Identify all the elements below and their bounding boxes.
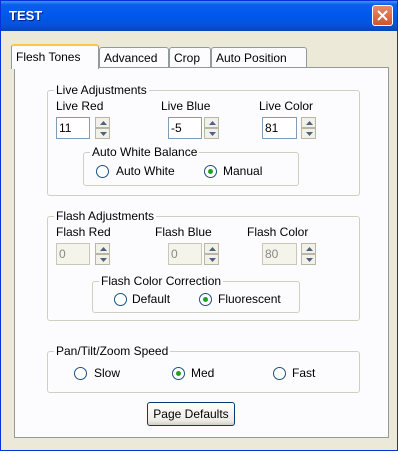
arrow-up-icon bbox=[306, 121, 313, 125]
flash-color-label: Flash Color bbox=[247, 225, 309, 239]
flash-red-label: Flash Red bbox=[56, 225, 111, 239]
live-red-down-button[interactable] bbox=[95, 128, 110, 139]
arrow-down-icon bbox=[100, 258, 107, 262]
live-color-down-button[interactable] bbox=[301, 128, 316, 139]
title-bar[interactable]: TEST bbox=[1, 1, 397, 31]
arrow-up-icon bbox=[209, 121, 216, 125]
tab-advanced[interactable]: Advanced bbox=[99, 47, 169, 68]
slow-label: Slow bbox=[94, 366, 121, 380]
flash-blue-label: Flash Blue bbox=[155, 225, 212, 239]
radio-selected-dot bbox=[208, 169, 213, 174]
fluorescent-label: Fluorescent bbox=[218, 292, 281, 306]
radio-selected-dot bbox=[176, 371, 181, 376]
flash-color-correction-group: Flash Color Correction Default Fluoresce… bbox=[92, 274, 300, 313]
med-label: Med bbox=[191, 366, 215, 380]
arrow-down-icon bbox=[209, 132, 216, 136]
tab-panel-flesh-tones: Live Adjustments Live Red 11 Live Blue -… bbox=[14, 67, 389, 438]
live-adjustments-group: Live Adjustments Live Red 11 Live Blue -… bbox=[47, 83, 360, 196]
dialog-window: TEST Flesh Tones Advanced Crop Auto Posi… bbox=[0, 0, 398, 451]
flash-adjustments-title: Flash Adjustments bbox=[54, 209, 157, 223]
default-label: Default bbox=[132, 292, 171, 306]
radio-selected-dot bbox=[203, 297, 208, 302]
live-red-label: Live Red bbox=[56, 99, 104, 113]
live-color-field[interactable]: 81 bbox=[262, 117, 297, 139]
fast-radio[interactable] bbox=[273, 367, 286, 380]
flash-color-spinner[interactable] bbox=[301, 243, 316, 265]
tab-flesh-tones[interactable]: Flesh Tones bbox=[11, 44, 99, 69]
auto-white-balance-title: Auto White Balance bbox=[90, 145, 200, 159]
manual-label: Manual bbox=[223, 164, 263, 178]
fluorescent-radio[interactable] bbox=[199, 293, 212, 306]
arrow-up-icon bbox=[306, 247, 313, 251]
live-red-up-button[interactable] bbox=[95, 117, 110, 128]
flash-color-field[interactable]: 80 bbox=[262, 243, 297, 265]
close-button[interactable] bbox=[372, 5, 393, 26]
auto-white-radio[interactable] bbox=[96, 165, 109, 178]
live-red-field[interactable]: 11 bbox=[56, 117, 90, 139]
live-color-spinner[interactable] bbox=[301, 117, 316, 139]
live-blue-down-button[interactable] bbox=[204, 128, 219, 139]
fast-label: Fast bbox=[292, 366, 316, 380]
arrow-down-icon bbox=[306, 258, 313, 262]
arrow-up-icon bbox=[209, 247, 216, 251]
live-color-up-button[interactable] bbox=[301, 117, 316, 128]
default-radio[interactable] bbox=[114, 293, 127, 306]
flash-blue-down-button[interactable] bbox=[204, 254, 219, 265]
pan-tilt-zoom-title: Pan/Tilt/Zoom Speed bbox=[54, 344, 171, 358]
flash-blue-up-button[interactable] bbox=[204, 243, 219, 254]
flash-blue-spinner[interactable] bbox=[204, 243, 219, 265]
med-radio[interactable] bbox=[172, 367, 185, 380]
arrow-down-icon bbox=[209, 258, 216, 262]
flash-color-down-button[interactable] bbox=[301, 254, 316, 265]
arrow-up-icon bbox=[100, 121, 107, 125]
flash-red-spinner[interactable] bbox=[95, 243, 110, 265]
close-icon bbox=[377, 10, 388, 21]
arrow-up-icon bbox=[100, 247, 107, 251]
auto-white-label: Auto White bbox=[116, 164, 175, 178]
live-red-spinner[interactable] bbox=[95, 117, 110, 139]
slow-radio[interactable] bbox=[74, 367, 87, 380]
live-adjustments-title: Live Adjustments bbox=[54, 83, 149, 97]
pan-tilt-zoom-group: Pan/Tilt/Zoom Speed Slow Med Fast bbox=[47, 344, 360, 393]
tab-crop[interactable]: Crop bbox=[169, 47, 211, 68]
flash-red-down-button[interactable] bbox=[95, 254, 110, 265]
live-blue-up-button[interactable] bbox=[204, 117, 219, 128]
window-title: TEST bbox=[9, 8, 43, 23]
flash-red-field[interactable]: 0 bbox=[56, 243, 90, 265]
flash-color-correction-title: Flash Color Correction bbox=[99, 274, 224, 288]
live-blue-label: Live Blue bbox=[161, 99, 211, 113]
tab-auto-position[interactable]: Auto Position bbox=[211, 47, 307, 68]
flash-adjustments-group: Flash Adjustments Flash Red 0 Flash Blue… bbox=[47, 209, 360, 321]
page-defaults-button[interactable]: Page Defaults bbox=[147, 402, 235, 426]
arrow-down-icon bbox=[306, 132, 313, 136]
arrow-down-icon bbox=[100, 132, 107, 136]
manual-radio[interactable] bbox=[204, 165, 217, 178]
flash-color-up-button[interactable] bbox=[301, 243, 316, 254]
flash-red-up-button[interactable] bbox=[95, 243, 110, 254]
flash-blue-field[interactable]: 0 bbox=[168, 243, 202, 265]
live-blue-field[interactable]: -5 bbox=[168, 117, 202, 139]
live-color-label: Live Color bbox=[259, 99, 314, 113]
auto-white-balance-group: Auto White Balance Auto White Manual bbox=[83, 145, 299, 186]
live-blue-spinner[interactable] bbox=[204, 117, 219, 139]
